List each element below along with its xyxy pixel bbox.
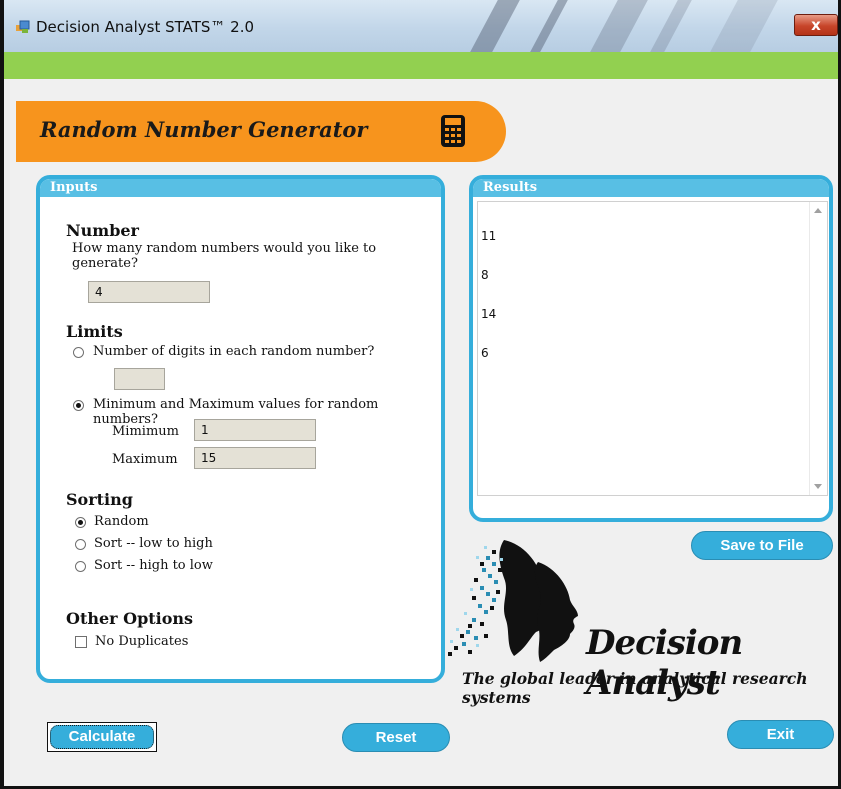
digits-input[interactable] (114, 368, 165, 390)
calculate-button-label: Calculate (50, 725, 154, 749)
results-panel: Results 11 8 14 6 (469, 175, 833, 522)
sort-high-low-label: Sort -- high to low (94, 558, 213, 573)
reset-button[interactable]: Reset (342, 723, 450, 752)
calculate-button[interactable]: Calculate (47, 722, 157, 752)
number-question-line1: How many random numbers would you like t… (72, 241, 377, 256)
app-window: Decision Analyst STATS™ 2.0 x Random Num… (0, 0, 841, 789)
brand-tagline: The global leader in analytical research… (462, 669, 808, 707)
results-header: Results (473, 179, 829, 197)
decision-analyst-logo (448, 540, 578, 662)
exit-button[interactable]: Exit (727, 720, 834, 749)
module-banner: Random Number Generator (16, 101, 506, 162)
result-value: 11 (481, 229, 497, 243)
scroll-up-arrow-icon[interactable] (814, 208, 822, 213)
close-button[interactable]: x (794, 14, 838, 36)
sort-random-radio[interactable] (75, 517, 86, 528)
minmax-radio[interactable] (73, 400, 84, 411)
maximum-input[interactable]: 15 (194, 447, 316, 469)
close-icon: x (811, 16, 821, 34)
scroll-down-arrow-icon[interactable] (814, 484, 822, 489)
results-list: 11 8 14 6 (481, 204, 519, 386)
no-duplicates-label: No Duplicates (95, 634, 189, 649)
inputs-panel: Inputs Number How many random numbers wo… (36, 175, 445, 683)
digits-radio[interactable] (73, 347, 84, 358)
result-value: 8 (481, 268, 489, 282)
minimum-label: Mimimum (112, 424, 179, 439)
sorting-section-title: Sorting (66, 490, 133, 509)
sort-low-high-label: Sort -- low to high (94, 536, 213, 551)
minimum-input[interactable]: 1 (194, 419, 316, 441)
maximum-label: Maximum (112, 452, 178, 467)
window-title: Decision Analyst STATS™ 2.0 (36, 18, 255, 36)
results-textbox[interactable]: 11 8 14 6 (477, 201, 828, 496)
results-scrollbar[interactable] (809, 202, 827, 495)
save-to-file-button[interactable]: Save to File (691, 531, 833, 560)
top-accent-bar (4, 52, 838, 79)
app-icon (16, 20, 30, 33)
no-duplicates-checkbox[interactable] (75, 636, 87, 648)
number-question-line2: generate? (72, 256, 138, 271)
sort-random-label: Random (94, 514, 149, 529)
number-count-input[interactable]: 4 (88, 281, 210, 303)
inputs-header: Inputs (40, 179, 441, 197)
other-options-title: Other Options (66, 609, 194, 628)
number-section-title: Number (66, 221, 139, 240)
result-value: 14 (481, 307, 497, 321)
digits-option-label: Number of digits in each random number? (93, 344, 375, 359)
limits-section-title: Limits (66, 322, 123, 341)
title-bar: Decision Analyst STATS™ 2.0 x (4, 0, 838, 52)
result-value: 6 (481, 346, 489, 360)
sort-low-high-radio[interactable] (75, 539, 86, 550)
calculator-icon (441, 115, 465, 147)
sort-high-low-radio[interactable] (75, 561, 86, 572)
banner-title: Random Number Generator (40, 117, 368, 142)
